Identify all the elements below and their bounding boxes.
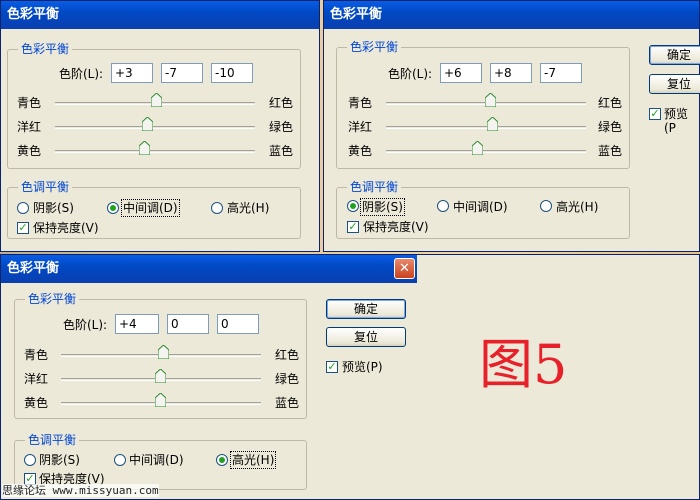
highlights-label[interactable]: 高光(H) [227,201,269,215]
shadows-radio[interactable] [347,200,359,212]
midtones-radio[interactable] [437,200,449,212]
color-balance-dialog-2: 色彩平衡 色彩平衡 色阶(L): +6 +8 -7 青色 红色 洋红 绿色 黄色… [323,0,700,252]
level-yellow-blue-field[interactable]: 0 [217,314,259,334]
slider-right-label: 蓝色 [275,396,300,410]
slider-left-label: 洋红 [17,120,42,134]
levels-label: 色阶(L): [59,67,104,81]
levels-label: 色阶(L): [388,67,433,81]
slider-left-label: 青色 [24,348,49,362]
level-cyan-red-field[interactable]: +3 [111,63,153,83]
dialog-title: 色彩平衡 [1,255,417,283]
slider-left-label: 黄色 [17,144,42,158]
magenta-green-slider-thumb[interactable] [142,117,153,131]
slider-right-label: 红色 [275,348,300,362]
dialog-title: 色彩平衡 [324,1,699,29]
midtones-radio[interactable] [114,454,126,466]
highlights-label[interactable]: 高光(H) [556,200,598,214]
level-magenta-green-field[interactable]: 0 [167,314,209,334]
ok-button[interactable]: 确定 [649,45,700,65]
level-yellow-blue-field[interactable]: -7 [540,63,582,83]
level-cyan-red-field[interactable]: +6 [440,63,482,83]
shadows-label[interactable]: 阴影(S) [360,198,405,216]
yellow-blue-slider-thumb[interactable] [155,393,166,407]
color-balance-dialog-3: 色彩平衡 ✕ 色彩平衡 色阶(L): +4 0 0 青色 红色 洋红 绿色 黄色… [0,254,700,500]
slider-right-label: 红色 [598,96,623,110]
preview-label[interactable]: 预览(P) [342,360,383,374]
figure-label: 图5 [479,333,568,396]
shadows-label[interactable]: 阴影(S) [33,201,74,215]
highlights-radio[interactable] [211,202,223,214]
midtones-label[interactable]: 中间调(D) [453,200,508,214]
level-magenta-green-field[interactable]: +8 [490,63,532,83]
slider-right-label: 红色 [269,96,294,110]
highlights-radio[interactable] [216,454,228,466]
slider-left-label: 洋红 [348,120,373,134]
dialog-title: 色彩平衡 [1,1,319,29]
yellow-blue-slider-thumb[interactable] [139,141,150,155]
slider-left-label: 青色 [348,96,373,110]
shadows-radio[interactable] [17,202,29,214]
highlights-label[interactable]: 高光(H) [229,451,277,469]
level-magenta-green-field[interactable]: -7 [161,63,203,83]
preserve-luminosity-checkbox[interactable]: ✓ [17,222,29,234]
shadows-label[interactable]: 阴影(S) [39,453,80,467]
midtones-label[interactable]: 中间调(D) [129,453,184,467]
group-title: 色彩平衡 [25,292,80,306]
slider-left-label: 黄色 [24,396,49,410]
magenta-green-slider-thumb[interactable] [487,117,498,131]
shadows-radio[interactable] [24,454,36,466]
cyan-red-slider-thumb[interactable] [485,93,496,107]
preview-checkbox[interactable]: ✓ [326,361,338,373]
slider-left-label: 青色 [17,96,42,110]
color-balance-dialog-1: 色彩平衡 色彩平衡 色阶(L): +3 -7 -10 青色 红色 洋红 绿色 黄… [0,0,320,252]
slider-left-label: 黄色 [348,144,373,158]
slider-right-label: 绿色 [275,372,300,386]
cyan-red-slider-thumb[interactable] [158,345,169,359]
yellow-blue-slider-track[interactable] [386,150,586,153]
preview-label[interactable]: 预览(P [664,107,699,135]
ok-button[interactable]: 确定 [326,299,406,319]
close-button[interactable]: ✕ [394,258,415,279]
cyan-red-slider-thumb[interactable] [151,93,162,107]
close-icon: ✕ [399,261,410,276]
preserve-luminosity-label[interactable]: 保持亮度(V) [33,221,99,235]
group-title: 色彩平衡 [347,40,402,54]
slider-right-label: 蓝色 [269,144,294,158]
preserve-luminosity-label[interactable]: 保持亮度(V) [363,220,429,234]
midtones-radio[interactable] [107,202,119,214]
magenta-green-slider-track[interactable] [55,126,255,129]
group-title: 色调平衡 [25,433,80,447]
yellow-blue-slider-track[interactable] [55,150,255,153]
slider-right-label: 蓝色 [598,144,623,158]
levels-label: 色阶(L): [63,318,108,332]
watermark: 思缘论坛 www.missyuan.com [2,484,159,497]
group-title: 色彩平衡 [18,42,73,56]
level-yellow-blue-field[interactable]: -10 [211,63,253,83]
highlights-radio[interactable] [540,200,552,212]
slider-right-label: 绿色 [269,120,294,134]
reset-button[interactable]: 复位 [649,74,700,94]
preview-checkbox[interactable]: ✓ [649,108,661,120]
slider-left-label: 洋红 [24,372,49,386]
slider-right-label: 绿色 [598,120,623,134]
magenta-green-slider-track[interactable] [386,126,586,129]
yellow-blue-slider-thumb[interactable] [472,141,483,155]
group-title: 色调平衡 [347,180,402,194]
preserve-luminosity-checkbox[interactable]: ✓ [347,221,359,233]
group-title: 色调平衡 [18,180,73,194]
midtones-label[interactable]: 中间调(D) [121,199,180,217]
level-cyan-red-field[interactable]: +4 [115,314,159,334]
reset-button[interactable]: 复位 [326,327,406,347]
magenta-green-slider-thumb[interactable] [155,369,166,383]
